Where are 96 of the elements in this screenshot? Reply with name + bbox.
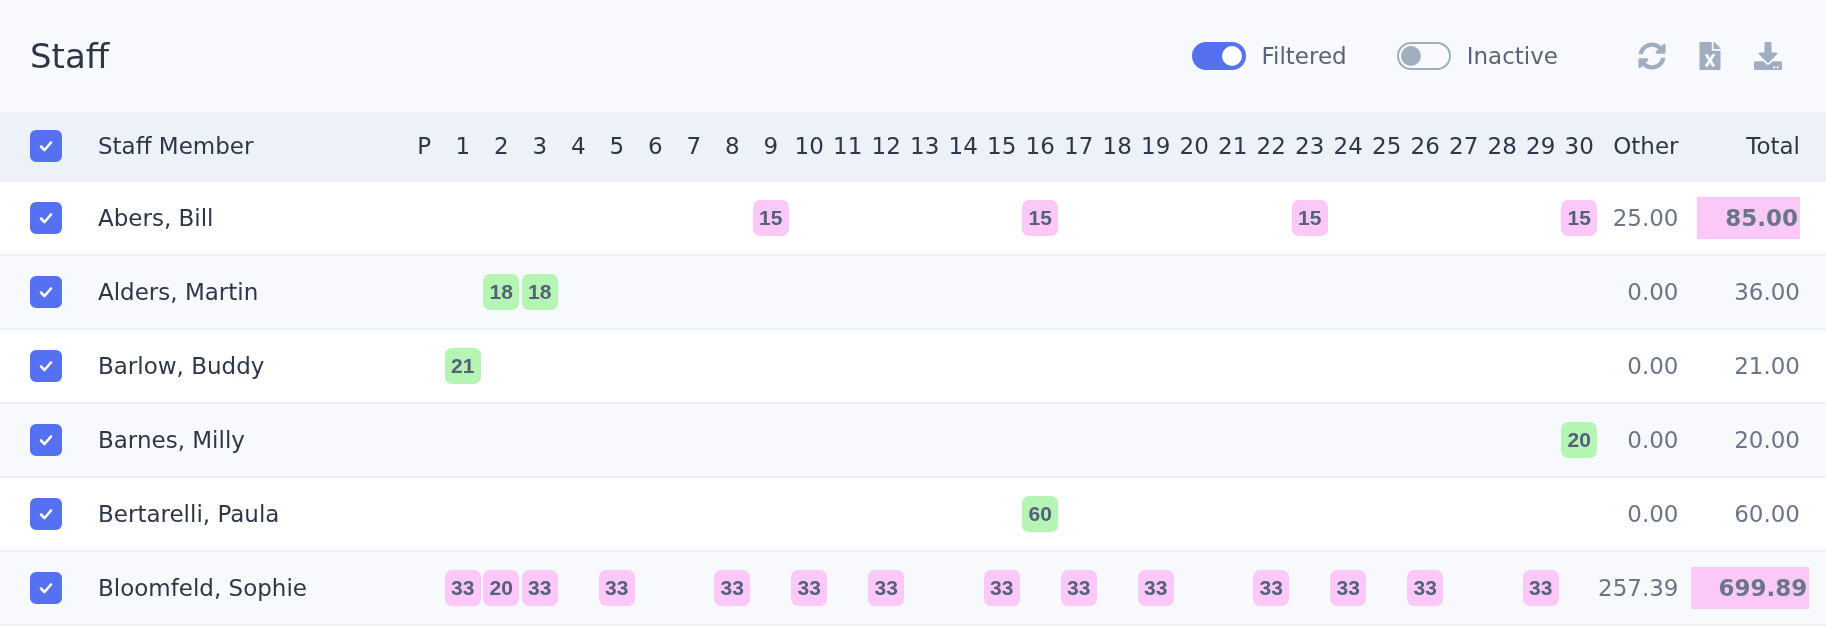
column-header: 28 bbox=[1486, 133, 1518, 159]
staff-name: Barnes, Milly bbox=[98, 427, 246, 453]
hours-badge: 20 bbox=[483, 570, 520, 606]
staff-name: Abers, Bill bbox=[98, 205, 215, 231]
row-checkbox[interactable] bbox=[30, 498, 62, 530]
column-header: 7 bbox=[685, 133, 703, 159]
row-checkbox[interactable] bbox=[30, 572, 62, 604]
hours-badge: 33 bbox=[598, 570, 635, 606]
total-cell: 699.89 bbox=[1690, 567, 1810, 609]
column-header: 30 bbox=[1563, 133, 1595, 159]
column-header: 24 bbox=[1332, 133, 1364, 159]
hours-badge: 33 bbox=[1330, 570, 1367, 606]
hours-badge: 15 bbox=[1291, 200, 1328, 236]
row-checkbox[interactable] bbox=[30, 202, 62, 234]
check-icon bbox=[39, 140, 53, 152]
hours-badge: 60 bbox=[1022, 496, 1059, 532]
staff-name: Alders, Martin bbox=[98, 279, 260, 305]
column-header: P bbox=[416, 133, 433, 159]
column-header: 21 bbox=[1217, 133, 1249, 159]
column-header: 17 bbox=[1063, 133, 1095, 159]
hours-badge: 33 bbox=[983, 570, 1020, 606]
column-header: 18 bbox=[1101, 133, 1133, 159]
column-header: 23 bbox=[1294, 133, 1326, 159]
column-header: 5 bbox=[608, 133, 626, 159]
hours-badge: 15 bbox=[1561, 200, 1598, 236]
column-header: 19 bbox=[1140, 133, 1172, 159]
column-header: Total bbox=[1745, 133, 1801, 159]
column-header: Other bbox=[1612, 133, 1680, 159]
toggle-label: Filtered bbox=[1261, 43, 1347, 69]
check-icon bbox=[39, 434, 53, 446]
row-checkbox[interactable] bbox=[30, 276, 62, 308]
row-checkbox[interactable] bbox=[30, 424, 62, 456]
hours-badge: 33 bbox=[521, 570, 558, 606]
download-icon[interactable] bbox=[1754, 42, 1782, 70]
toggle-label: Inactive bbox=[1466, 43, 1558, 69]
hours-badge: 33 bbox=[444, 570, 481, 606]
staff-name: Barlow, Buddy bbox=[98, 353, 266, 379]
column-header: 1 bbox=[454, 133, 472, 159]
hours-badge: 33 bbox=[1522, 570, 1559, 606]
select-all-checkbox[interactable] bbox=[30, 130, 62, 162]
page-title: Staff bbox=[30, 36, 111, 76]
column-header: 8 bbox=[723, 133, 741, 159]
column-header: 4 bbox=[569, 133, 587, 159]
total-cell: 60.00 bbox=[1734, 501, 1800, 527]
total-cell: 20.00 bbox=[1734, 427, 1800, 453]
column-header: 10 bbox=[793, 133, 825, 159]
other-cell: 0.00 bbox=[1627, 353, 1679, 379]
total-cell: 85.00 bbox=[1697, 197, 1800, 239]
check-icon bbox=[39, 212, 53, 224]
column-header: 29 bbox=[1525, 133, 1557, 159]
toggle-switch[interactable] bbox=[1396, 42, 1451, 70]
check-icon bbox=[39, 508, 53, 520]
hours-badge: 33 bbox=[868, 570, 905, 606]
toggle-switch[interactable] bbox=[1191, 42, 1246, 70]
column-header: 27 bbox=[1448, 133, 1480, 159]
hours-badge: 33 bbox=[1407, 570, 1444, 606]
hours-badge: 33 bbox=[791, 570, 828, 606]
hours-badge: 20 bbox=[1561, 422, 1598, 458]
column-header: 3 bbox=[531, 133, 549, 159]
column-header: 13 bbox=[909, 133, 941, 159]
refresh-icon[interactable] bbox=[1638, 42, 1666, 70]
hours-badge: 18 bbox=[483, 274, 520, 310]
hours-badge: 33 bbox=[1137, 570, 1174, 606]
other-cell: 0.00 bbox=[1627, 501, 1679, 527]
check-icon bbox=[39, 360, 53, 372]
column-header: 9 bbox=[762, 133, 780, 159]
hours-badge: 21 bbox=[444, 348, 481, 384]
other-cell: 257.39 bbox=[1598, 575, 1679, 601]
total-cell: 21.00 bbox=[1734, 353, 1800, 379]
staff-name: Bertarelli, Paula bbox=[98, 501, 281, 527]
hours-badge: 18 bbox=[521, 274, 558, 310]
column-header: 26 bbox=[1409, 133, 1441, 159]
column-header: 22 bbox=[1255, 133, 1287, 159]
hours-badge: 15 bbox=[752, 200, 789, 236]
hours-badge: 33 bbox=[1060, 570, 1097, 606]
row-checkbox[interactable] bbox=[30, 350, 62, 382]
column-header: 12 bbox=[870, 133, 902, 159]
other-cell: 0.00 bbox=[1627, 427, 1679, 453]
column-header: 6 bbox=[646, 133, 664, 159]
staff-name: Bloomfeld, Sophie bbox=[98, 575, 308, 601]
column-header: 15 bbox=[986, 133, 1018, 159]
column-header: 2 bbox=[492, 133, 510, 159]
check-icon bbox=[39, 286, 53, 298]
column-header: 16 bbox=[1024, 133, 1056, 159]
other-cell: 0.00 bbox=[1627, 279, 1679, 305]
column-header: 11 bbox=[832, 133, 864, 159]
total-cell: 36.00 bbox=[1734, 279, 1800, 305]
column-header: 25 bbox=[1371, 133, 1403, 159]
column-header: 14 bbox=[947, 133, 979, 159]
check-icon bbox=[39, 582, 53, 594]
column-header: Staff Member bbox=[98, 133, 255, 159]
other-cell: 25.00 bbox=[1612, 205, 1679, 231]
hours-badge: 33 bbox=[714, 570, 751, 606]
column-header: 20 bbox=[1178, 133, 1210, 159]
hours-badge: 33 bbox=[1253, 570, 1290, 606]
hours-badge: 15 bbox=[1022, 200, 1059, 236]
